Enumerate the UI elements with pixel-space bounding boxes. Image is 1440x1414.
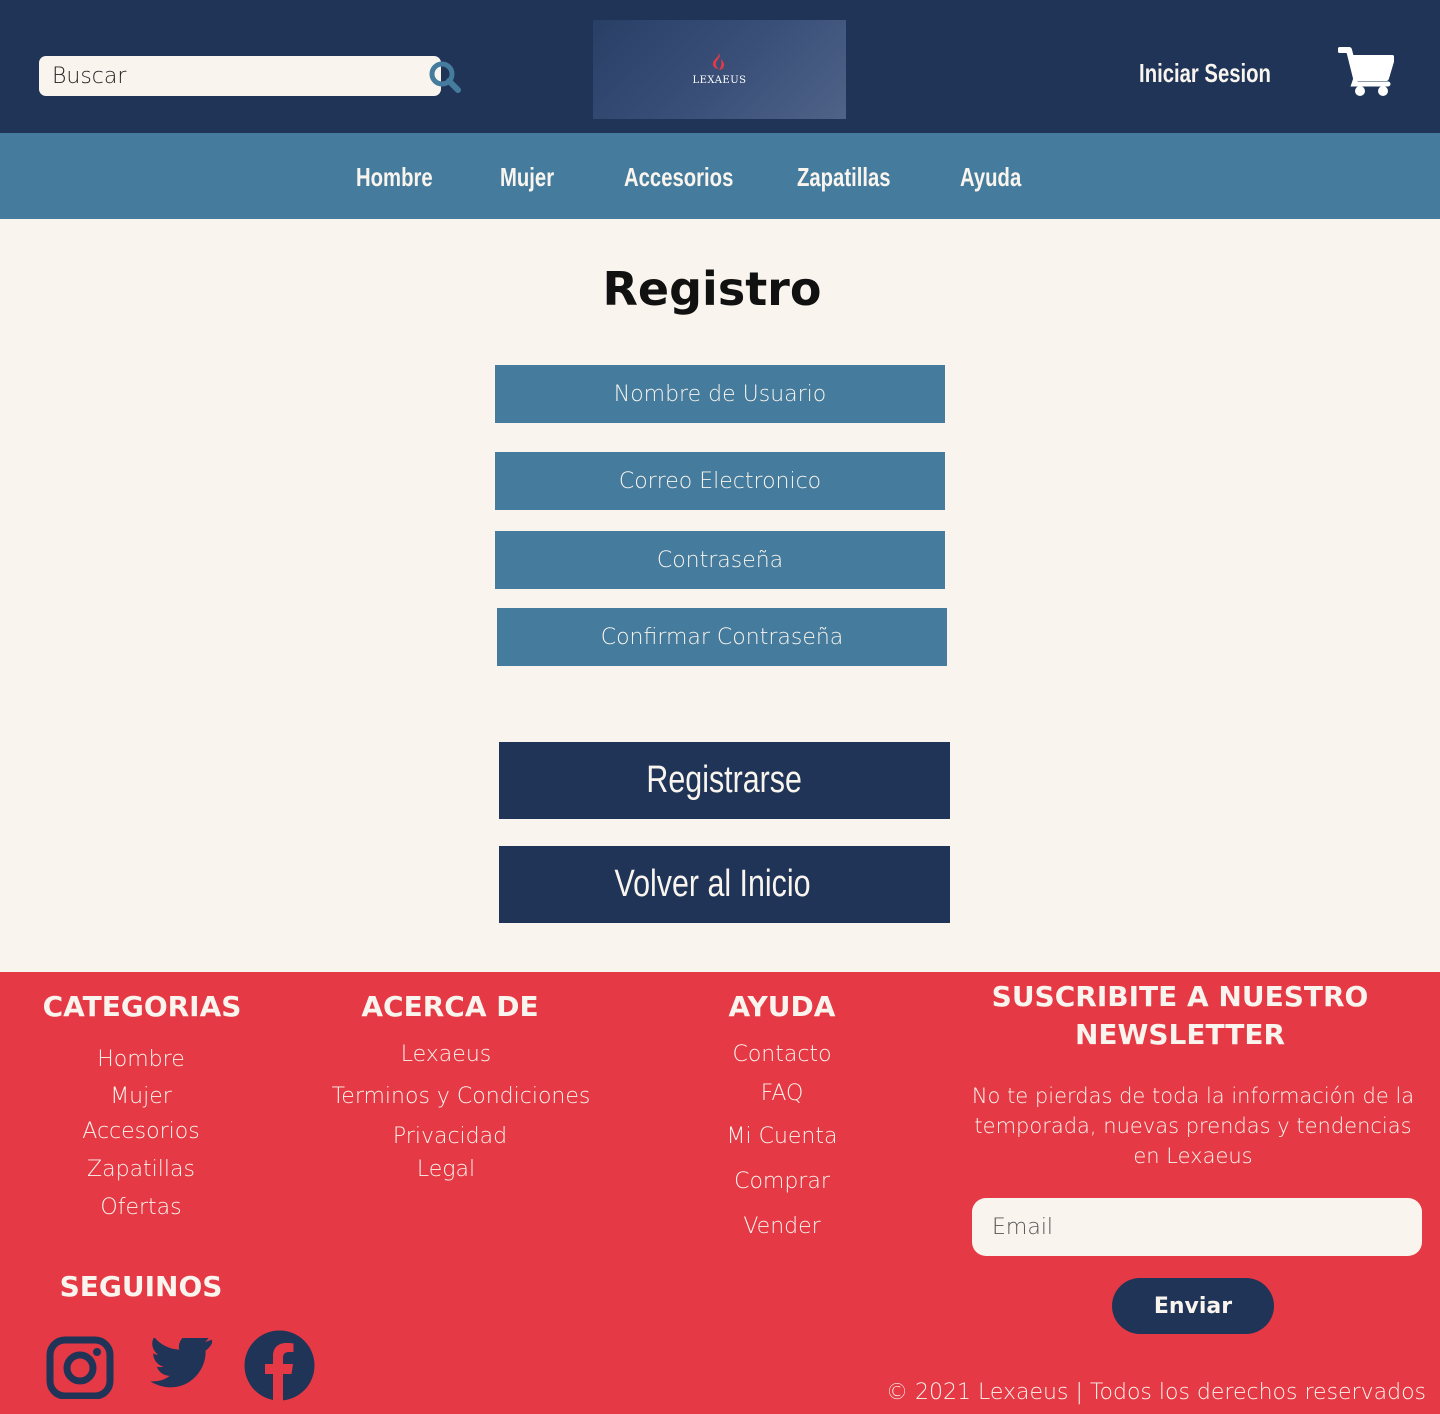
nav-item-accesorios[interactable]: Accesorios	[624, 162, 733, 193]
footer-link-terminos[interactable]: Terminos y Condiciones	[316, 1084, 606, 1109]
nav-item-zapatillas[interactable]: Zapatillas	[797, 162, 891, 193]
newsletter-email-input[interactable]	[972, 1198, 1422, 1256]
username-field[interactable]	[495, 365, 945, 423]
footer-link-mujer[interactable]: Mujer	[41, 1084, 241, 1109]
footer-link-comprar[interactable]: Comprar	[682, 1169, 882, 1194]
footer-link-accesorios[interactable]: Accesorios	[41, 1119, 241, 1144]
back-home-button-label: Volver al Inicio	[614, 863, 811, 905]
instagram-icon[interactable]	[46, 1336, 114, 1399]
search-bar	[39, 56, 461, 96]
copyright-text: © 2021 Lexaeus | Todos los derechos rese…	[886, 1380, 1426, 1405]
footer-link-privacidad[interactable]: Privacidad	[320, 1124, 580, 1149]
logo[interactable]: LEXAEUS	[593, 20, 846, 119]
footer: CATEGORIAS Hombre Mujer Accesorios Zapat…	[0, 972, 1440, 1414]
search-input[interactable]	[52, 60, 382, 92]
footer-link-hombre[interactable]: Hombre	[41, 1047, 241, 1072]
password-field[interactable]	[495, 531, 945, 589]
register-button[interactable]: Registrarse	[499, 742, 950, 819]
footer-link-faq[interactable]: FAQ	[682, 1081, 882, 1106]
footer-link-vender[interactable]: Vender	[682, 1214, 882, 1239]
flame-icon	[713, 53, 725, 70]
back-home-button[interactable]: Volver al Inicio	[499, 846, 950, 923]
footer-link-contacto[interactable]: Contacto	[682, 1042, 882, 1067]
footer-link-mi-cuenta[interactable]: Mi Cuenta	[682, 1124, 882, 1149]
newsletter-title-line2: NEWSLETTER	[1074, 1018, 1286, 1051]
confirm-password-field[interactable]	[497, 608, 947, 666]
login-link[interactable]: Iniciar Sesion	[1123, 58, 1287, 89]
newsletter-text: No te pierdas de toda la información de …	[971, 1084, 1415, 1168]
footer-link-legal[interactable]: Legal	[316, 1157, 576, 1182]
register-button-label: Registrarse	[646, 759, 803, 801]
nav-item-hombre[interactable]: Hombre	[356, 162, 433, 193]
footer-acerca-title: ACERCA DE	[361, 990, 539, 1023]
newsletter-title-line1: SUSCRIBITE A NUESTRO	[991, 980, 1369, 1013]
footer-link-ofertas[interactable]: Ofertas	[41, 1195, 241, 1220]
search-icon[interactable]	[427, 59, 463, 95]
facebook-icon[interactable]	[244, 1330, 315, 1401]
header: LEXAEUS Iniciar Sesion	[0, 0, 1440, 133]
twitter-icon[interactable]	[150, 1338, 214, 1392]
newsletter-send-button[interactable]: Enviar	[1112, 1278, 1274, 1334]
page-title: Registro	[602, 262, 822, 316]
shopping-cart-icon[interactable]	[1338, 44, 1394, 98]
main-nav: Hombre Mujer Accesorios Zapatillas Ayuda	[0, 133, 1440, 219]
nav-item-mujer[interactable]: Mujer	[500, 162, 554, 193]
footer-ayuda-title: AYUDA	[728, 990, 836, 1023]
logo-text: LEXAEUS	[692, 75, 747, 86]
footer-categorias-title: CATEGORIAS	[42, 990, 242, 1023]
footer-link-zapatillas[interactable]: Zapatillas	[41, 1157, 241, 1182]
nav-item-ayuda[interactable]: Ayuda	[960, 162, 1021, 193]
footer-link-lexaeus[interactable]: Lexaeus	[316, 1042, 576, 1067]
social-title: SEGUINOS	[59, 1270, 223, 1303]
email-field[interactable]	[495, 452, 945, 510]
